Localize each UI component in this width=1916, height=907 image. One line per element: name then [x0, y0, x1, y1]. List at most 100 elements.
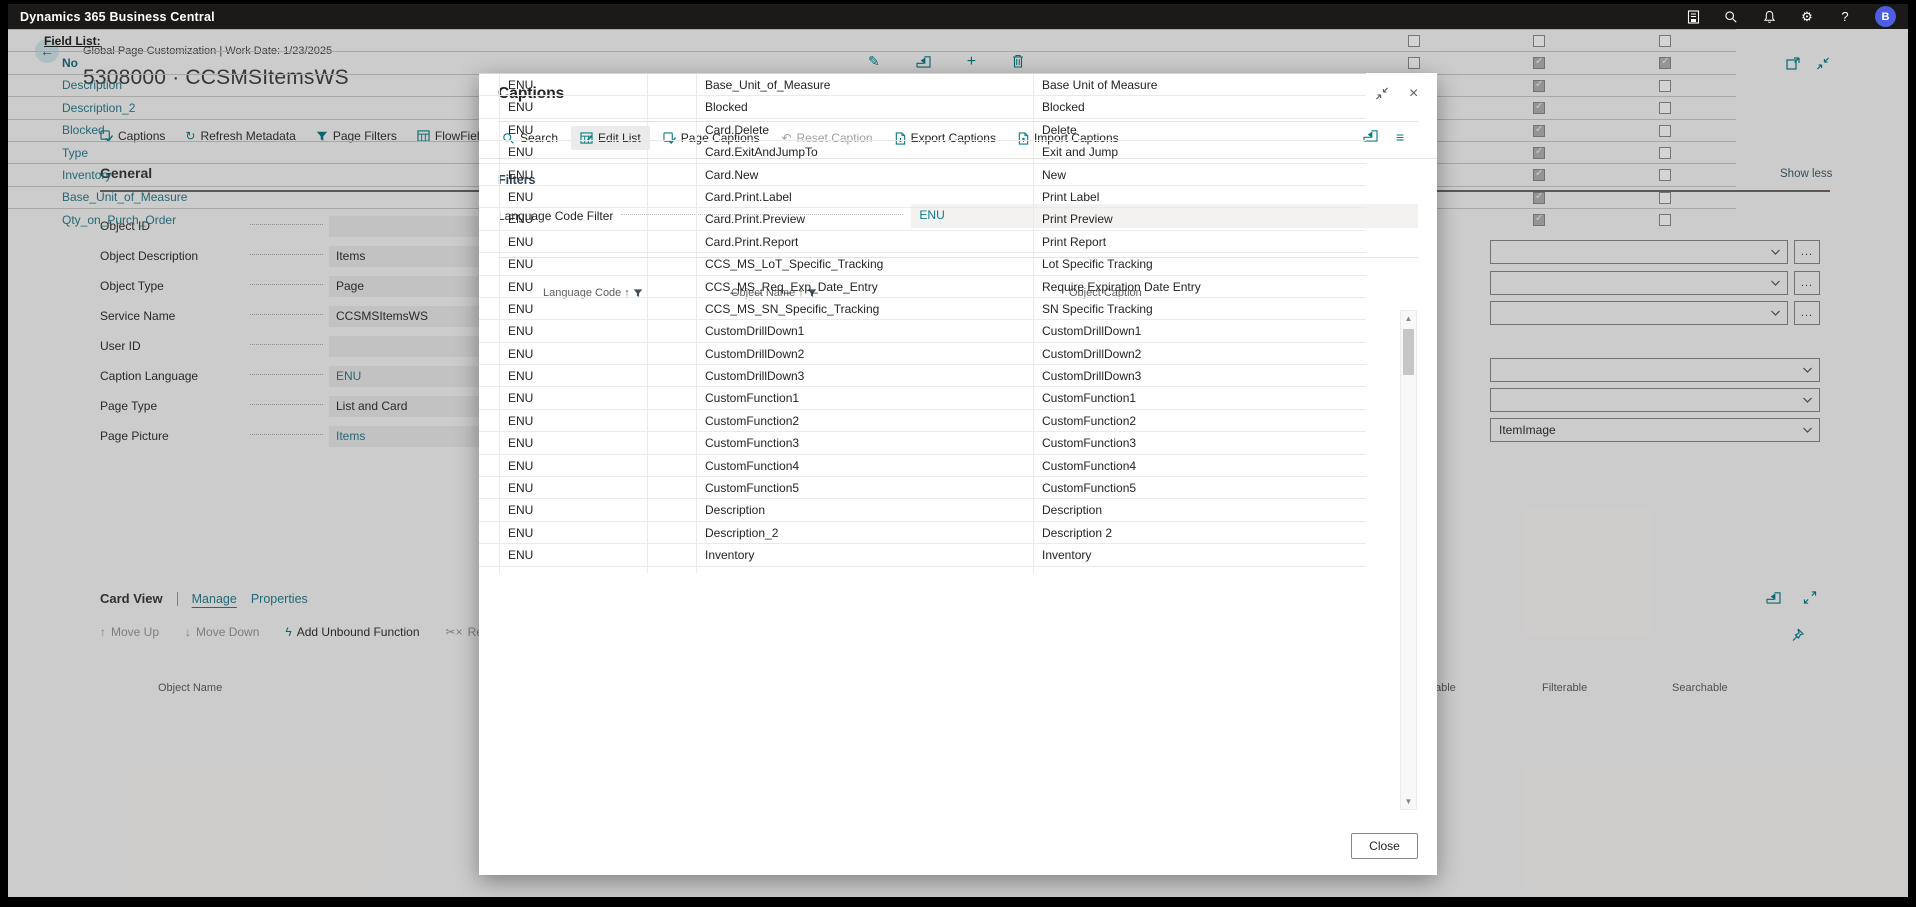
object-name-cell[interactable]: Inventory	[34, 168, 111, 182]
settings-gear-icon[interactable]: ⚙	[1799, 9, 1815, 25]
combo-2-assist-button[interactable]: ...	[1794, 271, 1820, 295]
object-name-cell[interactable]: Description	[34, 78, 122, 92]
caption-row[interactable]: → ENU ⋮ CustomDrillDown2 CustomDrillDown…	[479, 343, 1366, 365]
object-name-cell[interactable]: Card.Print.Preview	[697, 208, 1034, 229]
filterable-checkbox[interactable]	[1533, 147, 1545, 159]
list-view-icon[interactable]: ≡	[1396, 129, 1404, 145]
caption-row[interactable]: → ENU ⋮ CustomFunction1 CustomFunction1	[479, 387, 1366, 409]
close-dialog-x-icon[interactable]: ×	[1409, 87, 1418, 101]
filterable-checkbox[interactable]	[1533, 57, 1545, 69]
chevron-down-icon[interactable]	[1795, 427, 1819, 433]
object-caption-cell[interactable]: Lot Specific Tracking	[1034, 253, 1366, 274]
object-name-cell[interactable]: Blocked	[697, 96, 1034, 117]
filterable-checkbox[interactable]	[1533, 125, 1545, 137]
object-caption-cell[interactable]: Description 2	[1034, 522, 1366, 543]
caption-row[interactable]: → ENU ⋮ Base_Unit_of_Measure Base Unit o…	[479, 74, 1366, 96]
user-avatar[interactable]: B	[1875, 6, 1896, 27]
object-name-cell[interactable]: CustomFunction4	[697, 455, 1034, 476]
searchable-checkbox[interactable]	[1659, 57, 1671, 69]
object-name-cell[interactable]: CCS_MS_LoT_Specific_Tracking	[697, 253, 1034, 274]
language-code-cell[interactable]: ENU	[508, 280, 533, 294]
caption-row[interactable]: → ENU ⋮ CustomFunction4 CustomFunction4	[479, 455, 1366, 477]
chevron-down-icon[interactable]	[1763, 310, 1787, 316]
able-checkbox[interactable]	[1408, 35, 1420, 47]
searchable-checkbox[interactable]	[1659, 214, 1671, 226]
chevron-down-icon[interactable]	[1795, 397, 1819, 403]
object-name-cell[interactable]: CCS_MS_Req_Exp_Date_Entry	[697, 276, 1034, 297]
object-caption-cell[interactable]: CustomDrillDown2	[1034, 343, 1366, 364]
searchable-checkbox[interactable]	[1659, 35, 1671, 47]
caption-row[interactable]: → ENU ⋮ Inventory Inventory	[479, 544, 1366, 566]
caption-row[interactable]: → ENU ⋮ CCS_MS_LoT_Specific_Tracking Lot…	[479, 253, 1366, 275]
open-in-new-window-icon[interactable]	[1786, 55, 1800, 73]
language-code-cell[interactable]: ENU	[508, 391, 533, 405]
company-notes-icon[interactable]	[1685, 9, 1701, 25]
chevron-down-icon[interactable]	[1763, 249, 1787, 255]
expand-part-icon[interactable]	[1803, 589, 1817, 607]
share-icon[interactable]	[1766, 589, 1781, 607]
language-code-cell[interactable]: ENU	[508, 302, 533, 316]
object-name-cell[interactable]: Description_2	[34, 101, 135, 115]
language-code-cell[interactable]: ENU	[508, 459, 533, 473]
object-caption-cell[interactable]: Inventory	[1034, 544, 1366, 565]
object-caption-cell[interactable]: SN Specific Tracking	[1034, 298, 1366, 319]
caption-row[interactable]: → ENU ⋮ CCS_MS_Req_Exp_Date_Entry Requir…	[479, 276, 1366, 298]
language-code-cell[interactable]: ENU	[508, 257, 533, 271]
dropdown-field-1[interactable]	[1490, 358, 1820, 382]
filterable-checkbox[interactable]	[1533, 102, 1545, 114]
object-caption-cell[interactable]: Print Label	[1034, 186, 1366, 207]
caption-row[interactable]: → ENU ⋮ Item_Tracking_Code Item Tracking…	[479, 567, 1366, 573]
object-name-cell[interactable]: Description_2	[697, 522, 1034, 543]
searchable-checkbox[interactable]	[1659, 125, 1671, 137]
caption-row[interactable]: → ENU ⋮ Card.ExitAndJumpTo Exit and Jump	[479, 141, 1366, 163]
object-name-cell[interactable]: Blocked	[34, 123, 105, 137]
object-caption-cell[interactable]: Base Unit of Measure	[1034, 74, 1366, 95]
object-name-cell[interactable]: CustomFunction1	[697, 387, 1034, 408]
combo-3-assist-button[interactable]: ...	[1794, 301, 1820, 325]
chevron-down-icon[interactable]	[1795, 367, 1819, 373]
language-code-cell[interactable]: ENU	[508, 571, 533, 573]
table-vertical-scrollbar[interactable]: ▲ ▼	[1400, 310, 1417, 810]
caption-row[interactable]: → ENU ⋮ Card.Print.Report Print Report	[479, 231, 1366, 253]
language-code-cell[interactable]: ENU	[508, 369, 533, 383]
object-caption-cell[interactable]: Exit and Jump	[1034, 141, 1366, 162]
object-caption-cell[interactable]: CustomFunction3	[1034, 432, 1366, 453]
filterable-checkbox[interactable]	[1533, 214, 1545, 226]
object-caption-cell[interactable]: CustomDrillDown1	[1034, 320, 1366, 341]
filterable-checkbox[interactable]	[1533, 35, 1545, 47]
searchable-checkbox[interactable]	[1659, 147, 1671, 159]
object-caption-cell[interactable]: CustomDrillDown3	[1034, 365, 1366, 386]
caption-row[interactable]: → ENU ⋮ CustomFunction3 CustomFunction3	[479, 432, 1366, 454]
object-caption-cell[interactable]: Print Preview	[1034, 208, 1366, 229]
object-name-cell[interactable]: Card.ExitAndJumpTo	[697, 141, 1034, 162]
chevron-down-icon[interactable]	[1763, 280, 1787, 286]
filterable-checkbox[interactable]	[1533, 80, 1545, 92]
object-caption-cell[interactable]: CustomFunction5	[1034, 477, 1366, 498]
search-icon[interactable]	[1723, 9, 1739, 25]
able-checkbox[interactable]	[1408, 57, 1420, 69]
move-up-button[interactable]: ↑Move Up	[100, 625, 159, 639]
show-less-link[interactable]: Show less	[1780, 168, 1832, 180]
dropdown-field-2[interactable]	[1490, 388, 1820, 412]
add-unbound-function-button[interactable]: ϟAdd Unbound Function	[285, 625, 419, 639]
language-code-cell[interactable]: ENU	[508, 78, 533, 92]
language-code-cell[interactable]: ENU	[508, 145, 533, 159]
object-caption-cell[interactable]: CustomFunction1	[1034, 387, 1366, 408]
language-code-cell[interactable]: ENU	[508, 190, 533, 204]
cardview-row[interactable]: → No	[8, 51, 1736, 73]
searchable-checkbox[interactable]	[1659, 169, 1671, 181]
language-code-cell[interactable]: ENU	[508, 123, 533, 137]
object-caption-cell[interactable]: New	[1034, 164, 1366, 185]
caption-row[interactable]: → ENU ⋮ CustomFunction2 CustomFunction2	[479, 410, 1366, 432]
object-name-cell[interactable]: Base_Unit_of_Measure	[34, 190, 187, 204]
caption-row[interactable]: → ENU ⋮ Description_2 Description 2	[479, 522, 1366, 544]
object-name-cell[interactable]: CustomDrillDown1	[697, 320, 1034, 341]
language-code-cell[interactable]: ENU	[508, 414, 533, 428]
language-code-cell[interactable]: ENU	[508, 526, 533, 540]
language-code-cell[interactable]: ENU	[508, 324, 533, 338]
object-caption-cell[interactable]: CustomFunction4	[1034, 455, 1366, 476]
object-name-cell[interactable]: Description	[697, 499, 1034, 520]
object-name-cell[interactable]: Card.Delete	[697, 119, 1034, 140]
object-caption-cell[interactable]: Item Tracking Code	[1034, 567, 1366, 573]
object-caption-cell[interactable]: Blocked	[1034, 96, 1366, 117]
